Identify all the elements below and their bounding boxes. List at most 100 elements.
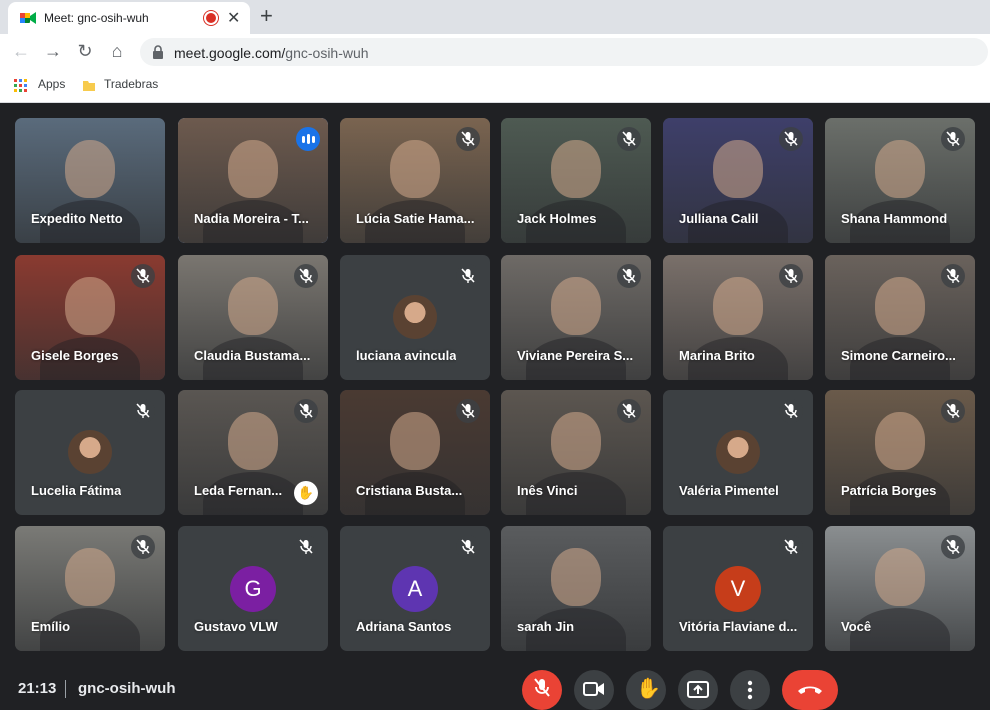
participant-silhouette [875,140,925,198]
mic-muted-icon [294,535,318,559]
mic-muted-icon [456,399,480,423]
url-host: meet.google.com/ [174,45,286,61]
participant-name: Claudia Bustama... [194,348,311,363]
participant-tile[interactable]: Expedito Netto [15,118,165,243]
recording-dot-icon [206,13,216,23]
participant-tile[interactable]: ✋ Leda Fernan... [178,390,328,515]
participant-tile[interactable]: Shana Hammond [825,118,975,243]
address-bar[interactable]: meet.google.com/gnc-osih-wuh [140,38,988,66]
participant-initial-avatar: G [230,566,276,612]
participant-name: Viviane Pereira S... [517,348,634,363]
mic-muted-icon [456,127,480,151]
participant-tile[interactable]: luciana avincula [340,255,490,380]
participant-tile[interactable]: A Adriana Santos [340,526,490,651]
participant-silhouette [390,140,440,198]
participant-tile[interactable]: Emílio [15,526,165,651]
mic-muted-icon [131,264,155,288]
participant-name: Julliana Calil [679,211,759,226]
reload-icon[interactable]: ↻ [74,40,96,62]
participant-name: Gisele Borges [31,348,119,363]
participant-tile[interactable]: Lucelia Fátima [15,390,165,515]
raise-hand-button[interactable]: ✋ [626,670,666,710]
participant-tile[interactable]: Viviane Pereira S... [501,255,651,380]
mic-muted-icon [779,535,803,559]
bookmark-tradebras[interactable]: Tradebras [104,77,158,91]
more-options-button[interactable] [730,670,770,710]
back-icon[interactable]: ← [10,40,32,62]
mic-muted-icon [617,127,641,151]
participant-tile[interactable]: sarah Jin [501,526,651,651]
mic-muted-icon [456,264,480,288]
participant-tile[interactable]: Julliana Calil [663,118,813,243]
participant-tile[interactable]: G Gustavo VLW [178,526,328,651]
participant-tile[interactable]: Nadia Moreira - T... [178,118,328,243]
mic-muted-icon [941,264,965,288]
participant-name: Cristiana Busta... [356,483,463,498]
present-button[interactable] [678,670,718,710]
participant-name: Nadia Moreira - T... [194,211,309,226]
participant-silhouette [65,140,115,198]
meeting-bar: 21:13 gnc-osih-wuh ✋ [0,662,990,710]
participant-name: Gustavo VLW [194,619,278,634]
participant-silhouette [551,277,601,335]
bookmark-apps[interactable]: Apps [38,77,65,91]
apps-grid-icon [14,79,27,92]
participant-avatar [393,295,437,339]
participant-tile[interactable]: Cristiana Busta... [340,390,490,515]
participant-tile[interactable]: Simone Carneiro... [825,255,975,380]
participant-silhouette [875,412,925,470]
mic-muted-icon [941,399,965,423]
participant-tile[interactable]: V Vitória Flaviane d... [663,526,813,651]
participant-tile[interactable]: Marina Brito [663,255,813,380]
new-tab-icon[interactable]: + [260,3,273,29]
leave-call-button[interactable] [782,670,838,710]
participant-tile[interactable]: Inês Vinci [501,390,651,515]
participant-silhouette [875,548,925,606]
participant-tile[interactable]: Claudia Bustama... [178,255,328,380]
camera-icon [583,682,604,696]
mic-muted-icon [294,399,318,423]
meet-favicon [20,12,36,24]
participant-silhouette [713,277,763,335]
mic-muted-icon [941,127,965,151]
participant-tile[interactable]: Gisele Borges [15,255,165,380]
home-icon[interactable]: ⌂ [106,40,128,62]
toggle-mic-button[interactable] [522,670,562,710]
mic-muted-icon [617,264,641,288]
folder-icon [83,81,95,91]
participant-tile[interactable]: Lúcia Satie Hama... [340,118,490,243]
participant-name: Expedito Netto [31,211,123,226]
url-path: gnc-osih-wuh [285,45,369,61]
participant-name: Você [841,619,872,634]
participant-tile[interactable]: Valéria Pimentel [663,390,813,515]
participant-name: Jack Holmes [517,211,597,226]
participant-silhouette [713,140,763,198]
mic-muted-icon [779,264,803,288]
hand-icon: ✋ [636,678,661,700]
close-tab-icon[interactable]: ✕ [227,8,240,28]
tab-strip: Meet: gnc-osih-wuh ✕ + [0,0,990,34]
mic-muted-icon [131,535,155,559]
participant-silhouette [65,548,115,606]
participant-silhouette [228,412,278,470]
forward-icon[interactable]: → [42,40,64,62]
participant-silhouette [228,277,278,335]
participant-name: luciana avincula [356,348,457,363]
present-screen-icon [687,681,709,698]
participant-name: Simone Carneiro... [841,348,956,363]
meeting-clock: 21:13 [18,680,57,697]
participant-name: Leda Fernan... [194,483,283,498]
participant-name: Lúcia Satie Hama... [356,211,475,226]
speaking-indicator-icon [296,127,320,151]
participant-name: Adriana Santos [356,619,452,634]
browser-tab[interactable]: Meet: gnc-osih-wuh ✕ [8,2,250,34]
toggle-camera-button[interactable] [574,670,614,710]
participant-initial-avatar: V [715,566,761,612]
participant-tile[interactable]: Você [825,526,975,651]
participant-silhouette [65,277,115,335]
participant-avatar [68,430,112,474]
participant-tile[interactable]: Jack Holmes [501,118,651,243]
participant-silhouette [228,140,278,198]
bookmarks-bar: Apps Tradebras [0,70,990,103]
participant-tile[interactable]: Patrícia Borges [825,390,975,515]
